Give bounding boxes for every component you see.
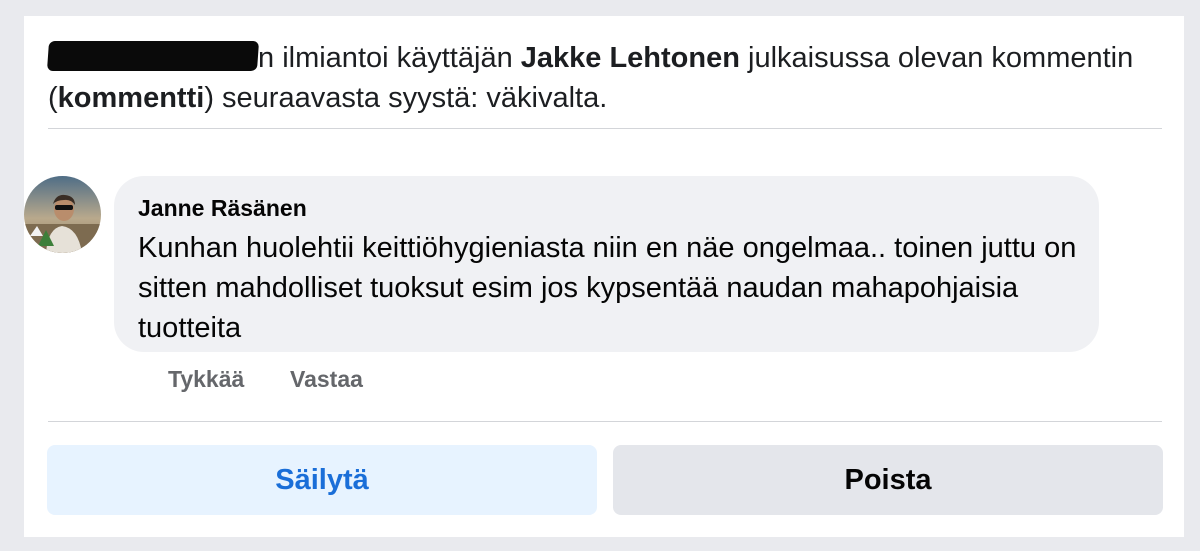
report-description: n ilmiantoi käyttäjän Jakke Lehtonen jul… [46, 38, 1148, 118]
avatar-image [24, 176, 101, 253]
reported-item-type: kommentti [57, 82, 205, 114]
remove-button[interactable]: Poista [613, 445, 1163, 515]
avatar[interactable] [24, 176, 101, 253]
redacted-reporter-name [46, 41, 260, 71]
comment-author[interactable]: Janne Räsänen [138, 195, 307, 222]
reported-user-name: Jakke Lehtonen [520, 42, 740, 74]
report-text-part-3: ) seuraavasta syystä: väkivalta. [204, 82, 608, 114]
comment-bubble: Janne Räsänen Kunhan huolehtii keittiöhy… [114, 176, 1099, 352]
reporter-name-suffix: n [258, 42, 275, 74]
report-text-part-1: ilmiantoi käyttäjän [274, 42, 521, 74]
comment-text: Kunhan huolehtii keittiöhygieniasta niin… [138, 232, 1077, 344]
divider-top [48, 128, 1162, 129]
keep-button[interactable]: Säilytä [47, 445, 597, 515]
report-card: n ilmiantoi käyttäjän Jakke Lehtonen jul… [24, 16, 1184, 537]
reply-action[interactable]: Vastaa [290, 366, 363, 393]
divider-bottom [48, 421, 1162, 422]
like-action[interactable]: Tykkää [168, 366, 244, 393]
